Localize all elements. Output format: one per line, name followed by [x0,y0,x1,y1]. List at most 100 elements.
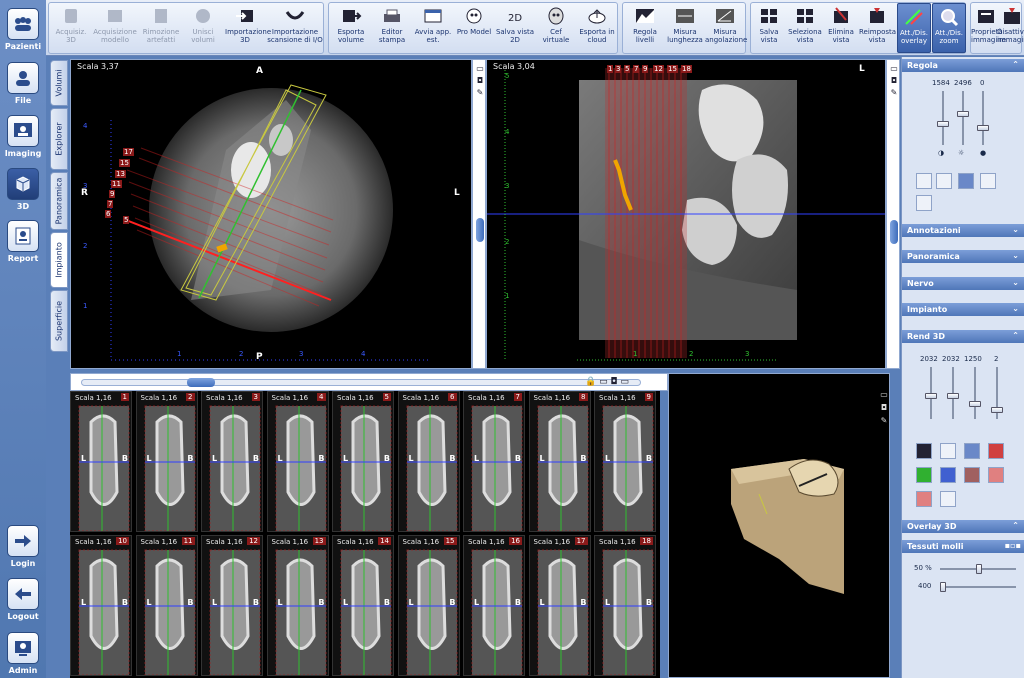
measure-angle-button[interactable]: Misura angolazione [705,3,747,53]
print-editor-button[interactable]: Editor stampa [372,3,412,53]
cut-view-icon[interactable] [936,173,952,189]
cross-section-thumb[interactable]: Scala 1,16 9 L B [594,391,656,532]
color-swatches-icon[interactable]: ▪▫▪ [1005,541,1021,550]
tessuti-header[interactable]: Tessuti molli ▪▫▪ [902,540,1024,553]
face-view-icon[interactable] [916,195,932,211]
render-maximize-icon[interactable]: ▭ [878,390,890,399]
select-view-button[interactable]: Seleziona vista [787,3,823,53]
model-acquisition-button[interactable]: Acquisizione modello [93,3,137,53]
tab-panoramica[interactable]: Panoramica [50,172,68,230]
overlay3d-header[interactable]: Overlay 3D ⌃ [902,520,1024,533]
file-button[interactable]: File [0,62,46,105]
sag-camera-icon[interactable]: ◘ [888,76,900,85]
save-view-button[interactable]: Salva vista [751,3,787,53]
regola-slider-3[interactable] [977,91,989,145]
thumb-scroll-thumb[interactable] [187,378,215,387]
login-button[interactable]: Login [0,525,46,568]
3d-button[interactable]: 3D [0,168,46,211]
regola-slider-2-knob[interactable] [957,111,969,117]
regola-header[interactable]: Regola ⌃ [902,59,1024,72]
camera-icon[interactable]: ◘ [474,76,486,85]
rend3d-slider-4[interactable] [991,367,1003,419]
render-camera-icon[interactable]: ◘ [878,403,890,412]
rend3d-slider-1-knob[interactable] [925,393,937,399]
reset-view-button[interactable]: Reimposta vista [859,3,896,53]
tab-volumi[interactable]: Volumi [50,60,68,106]
overlay-toggle-button[interactable]: Att./Dis. overlay [897,3,931,53]
annotazioni-header[interactable]: Annotazioni ⌄ [902,224,1024,237]
render-3d-viewport[interactable] [668,373,890,678]
measure-length-button[interactable]: Misura lunghezza [665,3,705,53]
tab-superficie[interactable]: Superficie [50,290,68,352]
external-app-button[interactable]: Avvia app. est. [413,3,453,53]
regola-slider-2[interactable] [957,91,969,145]
cross-section-thumb[interactable]: Scala 1,16 6 L B [397,391,460,532]
cross-section-thumb[interactable]: Scala 1,16 1 L B [70,391,132,532]
levels-small-icon[interactable] [916,443,932,459]
cross-section-thumb[interactable]: Scala 1,16 8 L B [528,391,591,532]
logout-button[interactable]: Logout [0,578,46,621]
regola-slider-1-knob[interactable] [937,121,949,127]
impianto-header[interactable]: Impianto ⌄ [902,303,1024,316]
delete-view-button[interactable]: Elimina vista [823,3,859,53]
cross-section-thumb[interactable]: Scala 1,16 11 L B [135,535,198,676]
cross-section-thumb[interactable]: Scala 1,16 12 L B [201,535,263,676]
artifact-removal-button[interactable]: Rimozione artefatti [141,3,181,53]
rotate-icon[interactable] [980,173,996,189]
disable-circle-icon[interactable] [940,491,956,507]
pazienti-button[interactable]: Pazienti [0,8,46,51]
cross-section-thumb[interactable]: Scala 1,16 10 L B [70,535,132,676]
skull-3d-icon[interactable] [958,173,974,189]
thumb-scrollbar[interactable]: 🔒 ▭ ◘ ▭ [70,373,668,391]
cross-section-thumb[interactable]: Scala 1,16 14 L B [332,535,394,676]
rend3d-slider-1[interactable] [925,367,937,419]
cloud-export-button[interactable]: Esporta in cloud [577,3,617,53]
box-red-icon[interactable] [916,491,932,507]
regola-slider-1[interactable] [937,91,949,145]
rend3d-slider-4-knob[interactable] [991,407,1003,413]
tools-icon[interactable]: ✎ [474,88,486,97]
report-button[interactable]: Report [0,220,46,263]
pro-model-button[interactable]: Pro Model [454,3,494,53]
image-properties-button[interactable]: Proprietà immagine [971,3,1006,53]
cross-section-thumb[interactable]: Scala 1,16 13 L B [266,535,329,676]
thumb-scroll-track[interactable] [81,379,641,386]
tessuti-opacity-slider[interactable] [940,564,1016,574]
nervo-header[interactable]: Nervo ⌄ [902,277,1024,290]
axial-viewport[interactable]: Scala 3,37 A P R L 17 15 13 11 9 7 6 5 4… [70,59,472,369]
tessuti-value-knob[interactable] [940,582,946,592]
sagittal-scroll-thumb[interactable] [890,220,898,244]
skull-view-icon[interactable] [916,173,932,189]
cross-section-thumb[interactable]: Scala 1,16 16 L B [463,535,525,676]
sagittal-viewport[interactable]: Scala 3,04 L 1 3 5 7 9 12 15 18 5 4 3 2 … [486,59,886,369]
clip-plane-icon[interactable] [964,443,980,459]
cross-section-thumb[interactable]: Scala 1,16 15 L B [397,535,460,676]
tessuti-opacity-knob[interactable] [976,564,982,574]
maximize-icon[interactable]: ▭ [474,64,486,73]
acquisition-3d-button[interactable]: Acquisiz. 3D [51,3,91,53]
crop-icon[interactable] [988,467,1004,483]
cross-section-thumb[interactable]: Scala 1,16 5 L B [332,391,394,532]
thumb-toolbar-icons[interactable]: 🔒 ▭ ◘ ▭ [585,377,629,387]
cross-section-thumb[interactable]: Scala 1,16 17 L B [528,535,591,676]
import-scan-button[interactable]: Importazione scansione di I/O [267,3,323,53]
rend3d-slider-3-knob[interactable] [969,401,981,407]
rend3d-slider-2-knob[interactable] [947,393,959,399]
light-icon[interactable] [940,443,956,459]
axial-scroll-thumb[interactable] [476,218,484,242]
imaging-button[interactable]: Imaging [0,115,46,158]
zoom-toggle-button[interactable]: Att./Dis. zoom [932,3,966,53]
disable-image-button[interactable]: Disattiva immagine [997,3,1024,53]
cross-section-thumb[interactable]: Scala 1,16 4 L B [266,391,329,532]
export-volume-button[interactable]: Esporta volume [331,3,371,53]
green-plane-icon[interactable] [916,467,932,483]
import-3d-button[interactable]: Importazione 3D [225,3,271,53]
cross-section-thumb[interactable]: Scala 1,16 2 L B [135,391,198,532]
cross-section-thumb[interactable]: Scala 1,16 18 L B [594,535,656,676]
sag-tools-icon[interactable]: ✎ [888,88,900,97]
levels-button[interactable]: Regola livelli [625,3,665,53]
cross-section-thumb[interactable]: Scala 1,16 7 L B [463,391,525,532]
cross-section-thumb[interactable]: Scala 1,16 3 L B [201,391,263,532]
rend3d-slider-2[interactable] [947,367,959,419]
box-icon[interactable] [964,467,980,483]
